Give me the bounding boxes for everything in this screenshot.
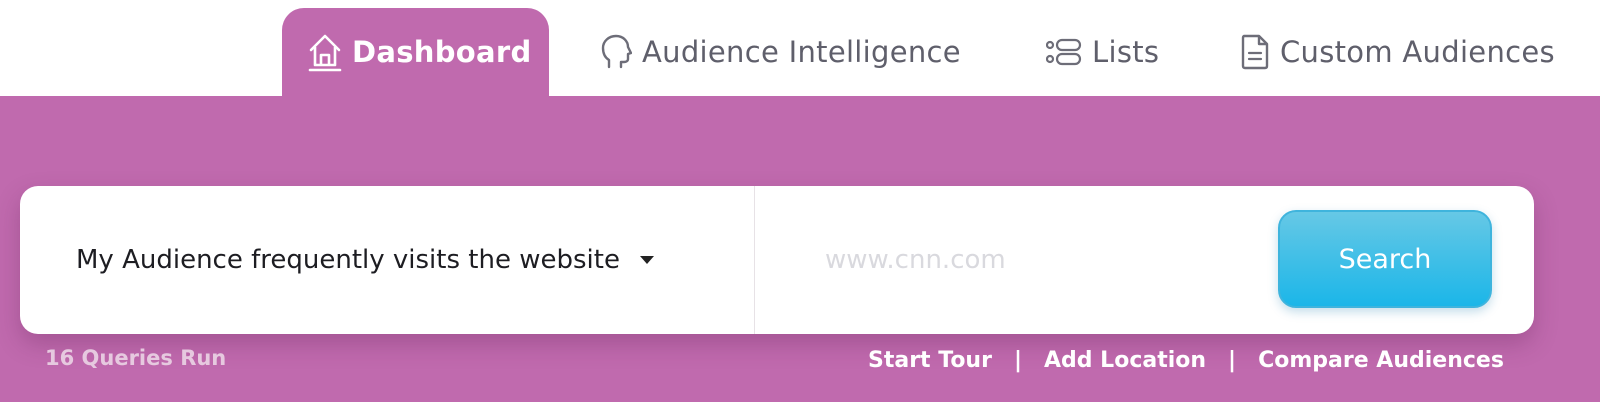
document-icon <box>1240 33 1270 71</box>
caret-down-icon <box>639 256 654 264</box>
search-card: My Audience frequently visits the websit… <box>20 186 1534 334</box>
tab-label: Lists <box>1092 35 1160 69</box>
tab-label: Audience Intelligence <box>642 35 961 69</box>
home-icon <box>308 32 342 72</box>
search-button[interactable]: Search <box>1278 210 1492 308</box>
top-navigation: Dashboard Audience Intelligence Lists Cu… <box>0 0 1600 96</box>
tab-lists[interactable]: Lists <box>1046 8 1159 96</box>
search-hero: My Audience frequently visits the websit… <box>0 96 1600 402</box>
tab-label: Dashboard <box>352 35 532 69</box>
compare-audiences-link[interactable]: Compare Audiences <box>1258 348 1504 373</box>
queries-run-count: 16 Queries Run <box>45 346 227 370</box>
tab-dashboard[interactable]: Dashboard <box>282 8 549 96</box>
dropdown-value: My Audience frequently visits the websit… <box>76 245 620 275</box>
tab-audience-intelligence[interactable]: Audience Intelligence <box>600 8 961 96</box>
audience-criteria-dropdown[interactable]: My Audience frequently visits the websit… <box>20 186 755 334</box>
action-links: Start Tour | Add Location | Compare Audi… <box>868 348 1504 373</box>
link-separator: | <box>1013 348 1022 373</box>
head-profile-icon <box>600 33 632 71</box>
website-input[interactable] <box>825 234 1245 286</box>
link-separator: | <box>1228 348 1237 373</box>
tab-custom-audiences[interactable]: Custom Audiences <box>1240 8 1555 96</box>
tab-label: Custom Audiences <box>1280 35 1555 69</box>
add-location-link[interactable]: Add Location <box>1044 348 1206 373</box>
list-icon <box>1046 37 1082 67</box>
start-tour-link[interactable]: Start Tour <box>868 348 992 373</box>
